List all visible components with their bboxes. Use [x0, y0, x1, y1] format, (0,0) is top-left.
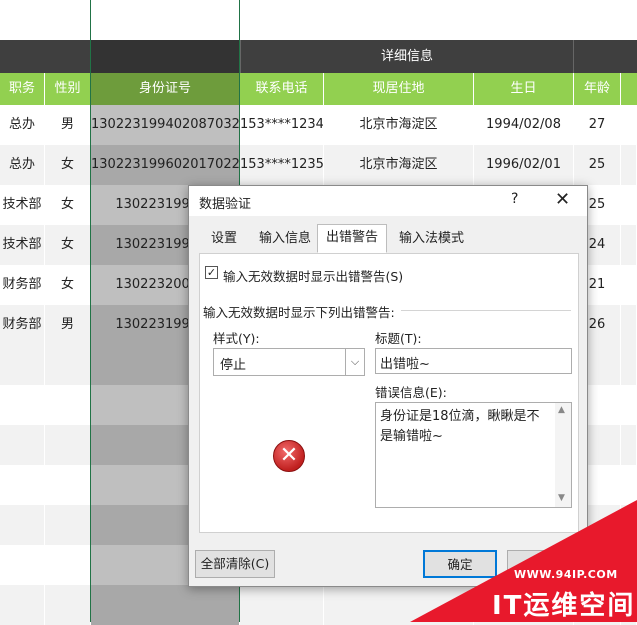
column-header-position[interactable]: 职务: [0, 73, 45, 105]
scroll-down-icon[interactable]: ▼: [558, 493, 565, 503]
title-input[interactable]: 出错啦~: [375, 348, 572, 374]
empty-cell[interactable]: [621, 545, 637, 585]
cell-extra[interactable]: [621, 185, 637, 225]
empty-cell[interactable]: [240, 585, 324, 625]
cell-position[interactable]: 财务部: [0, 265, 45, 305]
empty-cell[interactable]: [621, 345, 637, 385]
ok-button[interactable]: 确定: [423, 550, 497, 578]
empty-cell[interactable]: [0, 585, 45, 625]
cell-extra[interactable]: [621, 225, 637, 265]
empty-cell[interactable]: [45, 505, 91, 545]
column-header-gender[interactable]: 性别: [45, 73, 91, 105]
cell-gender[interactable]: 女: [45, 225, 91, 265]
header-band-left: [0, 40, 90, 73]
column-header-extra: [621, 73, 637, 105]
textarea-scrollbar[interactable]: ▲ ▼: [555, 403, 571, 507]
cell-position[interactable]: 财务部: [0, 305, 45, 345]
cell-position[interactable]: 技术部: [0, 225, 45, 265]
cell-phone[interactable]: 153****1234: [240, 105, 324, 145]
scroll-up-icon[interactable]: ▲: [558, 405, 565, 415]
cell-extra[interactable]: [621, 305, 637, 345]
header-band-right: [574, 40, 637, 73]
cell-position[interactable]: 技术部: [0, 185, 45, 225]
empty-cell[interactable]: [0, 465, 45, 505]
section-divider: [401, 310, 571, 311]
title-label: 标题(T):: [375, 331, 422, 346]
empty-cell[interactable]: [621, 425, 637, 465]
cell-extra[interactable]: [621, 265, 637, 305]
cell-birthday[interactable]: 1994/02/08: [474, 105, 574, 145]
column-header-phone[interactable]: 联系电话: [240, 73, 324, 105]
stop-error-icon: ✕: [273, 440, 305, 472]
empty-cell[interactable]: [45, 425, 91, 465]
tab-ime-mode[interactable]: 输入法模式: [391, 226, 472, 252]
watermark-brand: IT运维空间: [492, 591, 636, 621]
empty-cell[interactable]: [45, 585, 91, 625]
section-label: 输入无效数据时显示下列出错警告:: [203, 305, 395, 320]
column-header-address[interactable]: 现居住地: [324, 73, 474, 105]
group-header-title: 详细信息: [380, 49, 433, 64]
show-error-checkbox[interactable]: ✓: [205, 266, 218, 279]
empty-cell[interactable]: [0, 385, 45, 425]
empty-cell[interactable]: [621, 465, 637, 505]
error-message-label: 错误信息(E):: [375, 385, 447, 400]
cell-gender[interactable]: 女: [45, 265, 91, 305]
column-header-id-number[interactable]: 身份证号: [91, 73, 240, 105]
sheet-top-area: [0, 0, 637, 40]
empty-cell[interactable]: [45, 385, 91, 425]
cell-extra[interactable]: [621, 105, 637, 145]
cell-position[interactable]: 总办: [0, 145, 45, 185]
close-icon[interactable]: ✕: [555, 189, 570, 210]
tab-error-alert[interactable]: 出错警告: [317, 224, 388, 253]
help-icon[interactable]: ?: [511, 191, 518, 207]
cell-birthday[interactable]: 1996/02/01: [474, 145, 574, 185]
clear-all-button[interactable]: 全部清除(C): [195, 550, 275, 578]
cell-phone[interactable]: 153****1235: [240, 145, 324, 185]
data-validation-dialog: 数据验证 ? ✕ 设置 输入信息 出错警告 输入法模式 ✓ 输入无效数据时显示出…: [188, 185, 588, 587]
cell-age[interactable]: 27: [574, 105, 621, 145]
style-label: 样式(Y):: [213, 331, 260, 346]
cell-gender[interactable]: 女: [45, 145, 91, 185]
empty-cell[interactable]: [0, 545, 45, 585]
cell-address[interactable]: 北京市海淀区: [324, 105, 474, 145]
empty-cell[interactable]: [45, 465, 91, 505]
cell-position[interactable]: 总办: [0, 105, 45, 145]
dialog-title: 数据验证: [199, 197, 252, 212]
watermark-url: WWW.94IP.COM: [514, 568, 618, 581]
show-error-checkbox-label[interactable]: 输入无效数据时显示出错警告(S): [223, 266, 403, 285]
error-message-text: 身份证是18位滴，瞅瞅是不是输错啦~: [380, 409, 540, 444]
cell-age[interactable]: 25: [574, 145, 621, 185]
cell-extra[interactable]: [621, 145, 637, 185]
cell-gender[interactable]: 女: [45, 185, 91, 225]
cell-gender[interactable]: 男: [45, 305, 91, 345]
empty-cell[interactable]: [0, 345, 45, 385]
title-input-value: 出错啦~: [380, 357, 430, 372]
empty-cell[interactable]: [621, 385, 637, 425]
empty-cell[interactable]: [45, 545, 91, 585]
error-message-textarea[interactable]: 身份证是18位滴，瞅瞅是不是输错啦~ ▲ ▼: [375, 402, 572, 508]
empty-cell[interactable]: [0, 505, 45, 545]
cell-id-number[interactable]: 1302231996020170220: [91, 145, 240, 185]
style-select[interactable]: 停止 ⌵: [213, 348, 365, 376]
dialog-tabs: 设置 输入信息 出错警告 输入法模式: [199, 224, 579, 254]
chevron-down-icon[interactable]: ⌵: [345, 349, 364, 375]
empty-cell[interactable]: [45, 345, 91, 385]
cell-id-number[interactable]: 1302231994020870320: [91, 105, 240, 145]
empty-cell[interactable]: [0, 425, 45, 465]
column-header-birthday[interactable]: 生日: [474, 73, 574, 105]
column-header-age[interactable]: 年龄: [574, 73, 621, 105]
empty-cell[interactable]: [324, 585, 474, 625]
empty-cell[interactable]: [621, 505, 637, 545]
cell-gender[interactable]: 男: [45, 105, 91, 145]
tab-settings[interactable]: 设置: [203, 226, 245, 252]
selection-border-left: [90, 0, 91, 622]
empty-cell[interactable]: [91, 585, 240, 625]
header-band-selected: [90, 40, 240, 73]
style-select-value: 停止: [220, 358, 247, 373]
cell-address[interactable]: 北京市海淀区: [324, 145, 474, 185]
tab-input-message[interactable]: 输入信息: [251, 226, 319, 252]
